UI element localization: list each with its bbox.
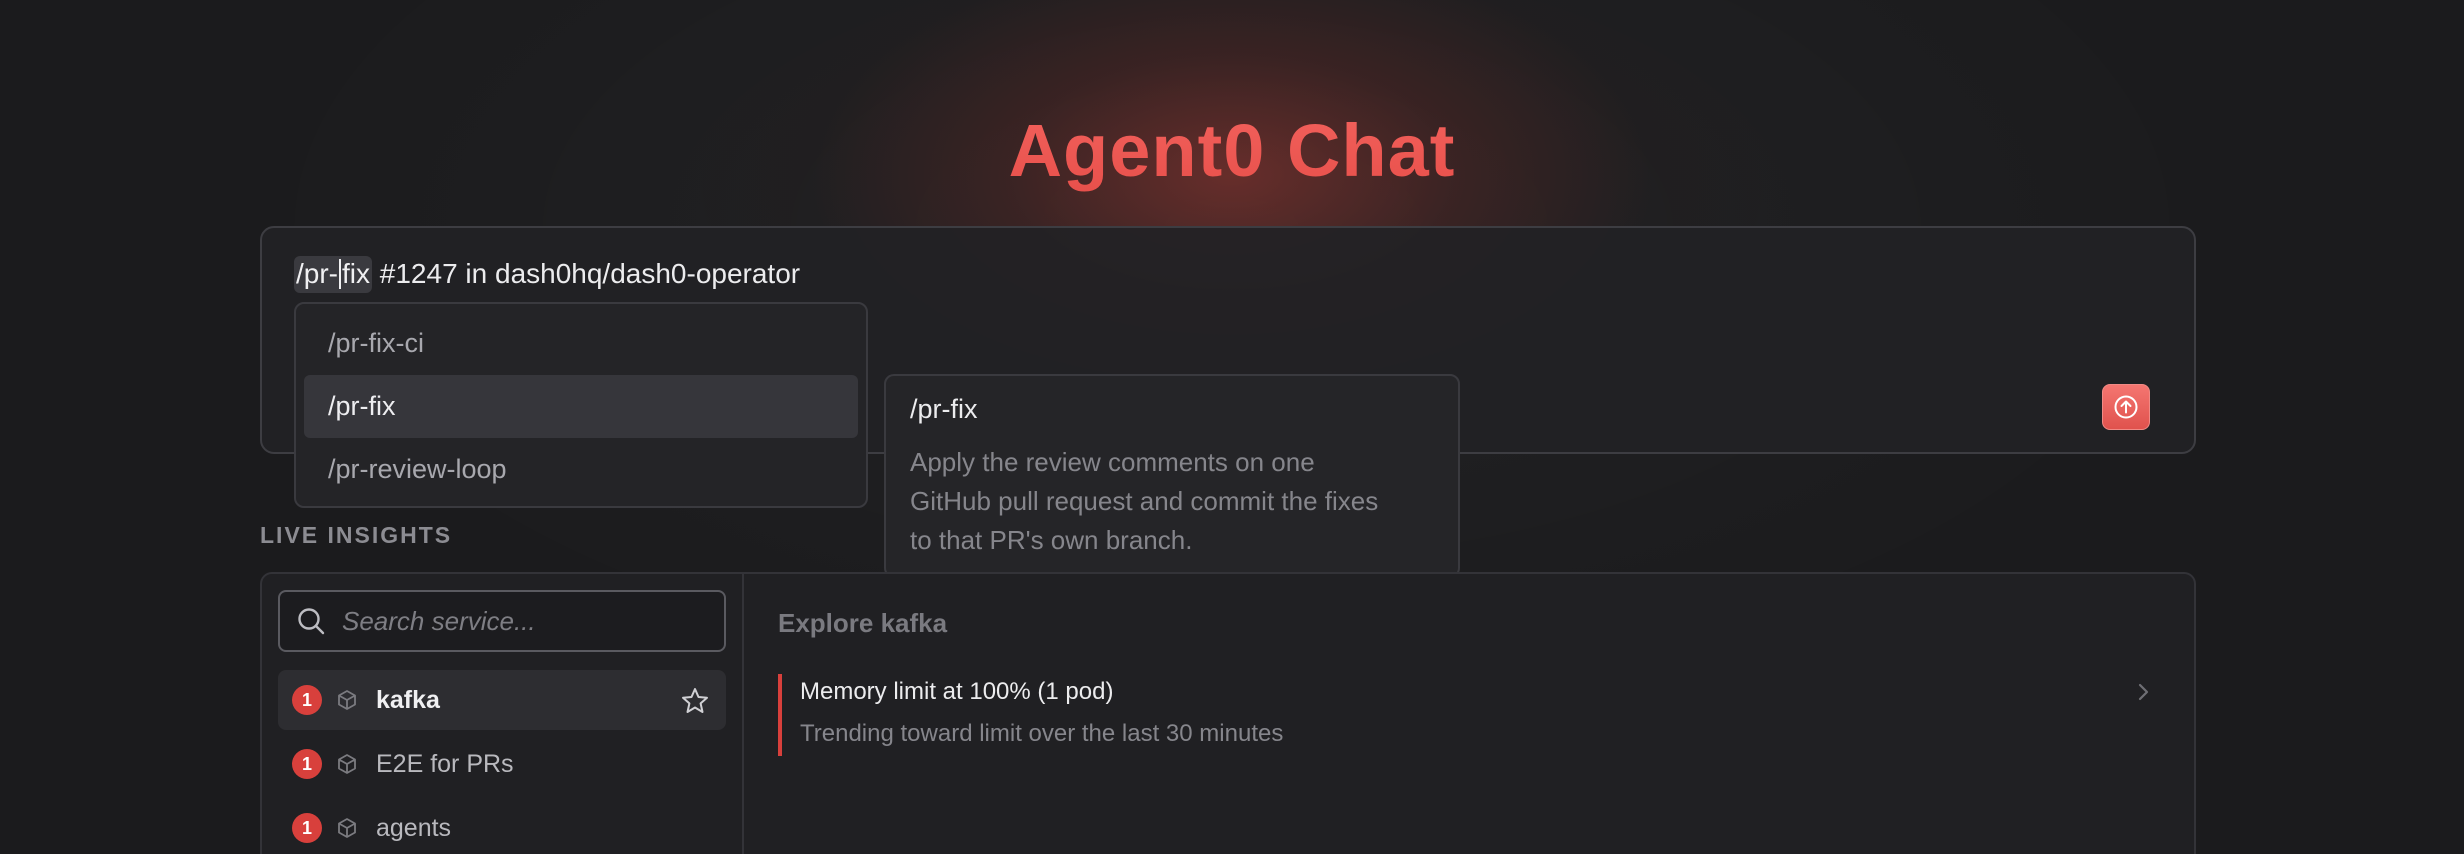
prompt-text: #1247 in dash0hq/dash0-operator xyxy=(372,258,801,289)
send-button[interactable] xyxy=(2102,384,2150,430)
service-item-kafka[interactable]: 1 kafka xyxy=(278,670,726,730)
service-item-agents[interactable]: 1 agents xyxy=(278,798,726,854)
alert-count-badge: 1 xyxy=(292,749,322,779)
text-caret xyxy=(339,259,341,289)
star-outline-icon[interactable] xyxy=(680,686,710,721)
search-icon xyxy=(298,608,325,635)
page-title: Agent0 Chat xyxy=(0,108,2464,193)
alert-count-badge: 1 xyxy=(292,685,322,715)
search-placeholder: Search service... xyxy=(342,605,536,636)
autocomplete-item-pr-fix[interactable]: /pr-fix xyxy=(304,375,858,438)
explore-title: Explore kafka xyxy=(778,608,948,638)
autocomplete-item-pr-fix-ci[interactable]: /pr-fix-ci xyxy=(304,312,858,375)
cube-icon xyxy=(336,689,358,711)
tooltip-description: Apply the review comments on one GitHub … xyxy=(910,443,1434,560)
arrow-up-icon xyxy=(2114,395,2138,419)
cube-icon xyxy=(336,817,358,839)
autocomplete-item-pr-review-loop[interactable]: /pr-review-loop xyxy=(304,438,858,501)
service-item-e2e-for-prs[interactable]: 1 E2E for PRs xyxy=(278,734,726,794)
command-text-after-caret: fix xyxy=(342,258,370,289)
chevron-right-icon[interactable] xyxy=(2134,678,2154,711)
command-autocomplete-menu: /pr-fix-ci /pr-fix /pr-review-loop xyxy=(294,302,868,508)
chat-input-text[interactable]: /pr-fix #1247 in dash0hq/dash0-operator xyxy=(294,256,801,293)
service-name: E2E for PRs xyxy=(376,749,514,778)
tooltip-line: to that PR's own branch. xyxy=(910,525,1193,555)
service-name: agents xyxy=(376,813,452,842)
explore-column: Explore kafka Memory limit at 100% (1 po… xyxy=(746,574,2194,854)
insight-subtitle: Trending toward limit over the last 30 m… xyxy=(800,720,1284,747)
page: Agent0 Chat /pr-fix #1247 in dash0hq/das… xyxy=(0,0,2464,854)
insight-item[interactable]: Memory limit at 100% (1 pod) Trending to… xyxy=(778,674,2158,756)
alert-count-badge: 1 xyxy=(292,813,322,843)
tooltip-title: /pr-fix xyxy=(910,394,978,424)
insight-title: Memory limit at 100% (1 pod) xyxy=(800,678,1114,705)
section-label-live-insights: LIVE INSIGHTS xyxy=(260,522,453,548)
live-insights-panel: Search service... 1 kafka 1 E2E for PRs xyxy=(260,572,2196,854)
service-name: kafka xyxy=(376,685,440,714)
tooltip-line: GitHub pull request and commit the fixes xyxy=(910,486,1379,516)
command-text-before-caret: /pr- xyxy=(296,258,338,289)
service-search-input[interactable]: Search service... xyxy=(278,590,726,652)
slash-command-chip: /pr-fix xyxy=(294,256,372,293)
service-list-column: Search service... 1 kafka 1 E2E for PRs xyxy=(262,574,744,854)
cube-icon xyxy=(336,753,358,775)
tooltip-line: Apply the review comments on one xyxy=(910,447,1315,477)
command-description-tooltip: /pr-fix Apply the review comments on one… xyxy=(884,374,1460,578)
